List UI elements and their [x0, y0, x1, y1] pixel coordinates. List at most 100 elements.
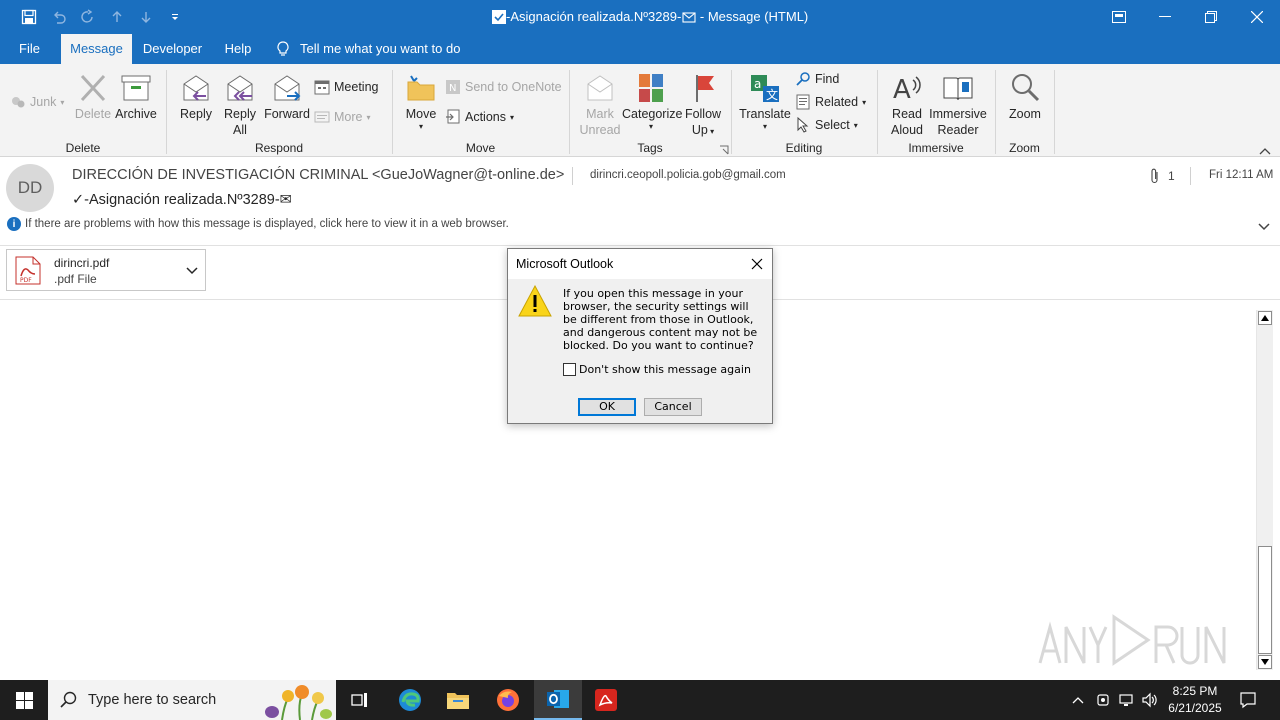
meeting-button[interactable]: Meeting: [314, 79, 378, 95]
scroll-thumb[interactable]: [1258, 546, 1272, 654]
attachment-dropdown-icon[interactable]: [186, 264, 198, 276]
notification-center-button[interactable]: [1236, 680, 1260, 720]
tray-volume[interactable]: [1140, 680, 1160, 720]
ribbon-display-options-icon[interactable]: [1096, 0, 1142, 34]
security-warning-dialog: Microsoft Outlook If you open this messa…: [507, 248, 773, 424]
checkbox-box[interactable]: [563, 363, 576, 376]
tab-message[interactable]: Message: [61, 34, 132, 64]
zoom-magnifier-icon: [1009, 72, 1041, 104]
collapse-ribbon-icon[interactable]: [1259, 144, 1271, 155]
tab-developer[interactable]: Developer: [138, 34, 207, 64]
find-button[interactable]: Find: [795, 71, 839, 87]
move-button[interactable]: Move ▾: [400, 72, 442, 132]
save-icon[interactable]: [14, 0, 43, 34]
info-bar[interactable]: i If there are problems with how this me…: [7, 217, 509, 231]
translate-button[interactable]: a文 Translate ▾: [739, 72, 791, 132]
tell-me-search[interactable]: Tell me what you want to do: [276, 34, 466, 64]
dialog-title-bar[interactable]: Microsoft Outlook: [508, 249, 772, 279]
restore-button[interactable]: [1188, 0, 1234, 34]
show-hidden-icons-button[interactable]: [1068, 680, 1088, 720]
network-icon: [1118, 692, 1134, 708]
taskbar-firefox[interactable]: [484, 680, 532, 720]
avatar[interactable]: DD: [6, 164, 54, 212]
close-button[interactable]: [1234, 0, 1280, 34]
checkmark-box-icon: [492, 10, 506, 27]
tab-help[interactable]: Help: [216, 34, 260, 64]
taskbar-outlook[interactable]: [534, 680, 582, 720]
redo-icon[interactable]: [73, 0, 102, 34]
taskbar-clock[interactable]: 8:25 PM 6/21/2025: [1163, 683, 1227, 717]
mark-unread-button[interactable]: Mark Unread: [578, 72, 622, 138]
minimize-button[interactable]: [1142, 0, 1188, 34]
ok-button[interactable]: OK: [578, 398, 636, 416]
customize-toolbar-icon[interactable]: [160, 0, 189, 34]
related-button[interactable]: Related ▾: [795, 94, 866, 110]
read-aloud-label-2: Aloud: [891, 123, 923, 137]
follow-up-label-1: Follow: [684, 107, 722, 121]
archive-icon: [120, 72, 152, 104]
zoom-group-label: Zoom: [1009, 141, 1040, 155]
onenote-icon: N: [445, 79, 461, 95]
actions-button[interactable]: Actions ▾: [445, 109, 514, 125]
expand-header-icon[interactable]: [1257, 221, 1273, 237]
device-icon: [1095, 692, 1111, 708]
clock-date: 6/21/2025: [1168, 701, 1222, 715]
reply-label: Reply: [180, 107, 212, 121]
related-label: Related: [815, 95, 859, 109]
task-view-button[interactable]: [336, 680, 384, 720]
more-respond-button[interactable]: More ▾: [314, 109, 371, 125]
taskbar-search-box[interactable]: Type here to search: [48, 680, 336, 720]
undo-icon[interactable]: [44, 0, 73, 34]
move-group-label: Move: [465, 141, 496, 155]
reply-all-button[interactable]: Reply All: [220, 72, 260, 138]
dialog-close-button[interactable]: [748, 255, 766, 273]
select-button[interactable]: Select ▾: [795, 116, 858, 133]
reply-button[interactable]: Reply: [176, 72, 216, 122]
delete-x-icon: [77, 72, 109, 104]
follow-up-button[interactable]: Follow Up ▾: [682, 72, 724, 140]
taskbar-file-explorer[interactable]: [434, 680, 482, 720]
delete-button[interactable]: Delete: [72, 72, 114, 122]
taskbar-edge[interactable]: [386, 680, 434, 720]
attachment-count: 1: [1150, 168, 1175, 184]
send-to-onenote-button[interactable]: N Send to OneNote: [445, 79, 562, 95]
warning-icon: [518, 284, 552, 317]
attachment-card[interactable]: PDF dirincri.pdf .pdf File: [6, 249, 206, 291]
pdf-file-icon: PDF: [15, 256, 41, 285]
scroll-up-icon[interactable]: [1258, 311, 1272, 325]
vertical-scrollbar[interactable]: [1256, 310, 1273, 670]
taskbar-acrobat[interactable]: [582, 680, 630, 720]
select-cursor-icon: [795, 116, 811, 133]
info-icon: i: [7, 217, 21, 231]
tell-me-text: Tell me what you want to do: [300, 41, 461, 56]
cancel-button[interactable]: Cancel: [644, 398, 702, 416]
anyrun-watermark-logo: [1036, 605, 1236, 675]
tags-dialog-launcher-icon[interactable]: [719, 144, 729, 155]
tray-network[interactable]: [1116, 680, 1136, 720]
archive-button[interactable]: Archive: [114, 72, 158, 122]
forward-button[interactable]: Forward: [263, 72, 311, 122]
follow-up-label-2: Up: [691, 123, 708, 137]
tab-file[interactable]: File: [8, 34, 51, 64]
mark-unread-label-1: Mark: [586, 107, 614, 121]
categorize-label: Categorize: [622, 107, 683, 121]
immersive-reader-icon: [942, 72, 974, 104]
categorize-button[interactable]: Categorize ▾: [622, 72, 683, 132]
start-button[interactable]: [0, 680, 48, 720]
immersive-group-label: Immersive: [908, 141, 964, 155]
message-subject: ✓-Asignación realizada.Nº3289-✉: [72, 192, 292, 208]
tray-meet-now[interactable]: [1093, 680, 1113, 720]
firefox-icon: [496, 688, 520, 712]
previous-item-icon[interactable]: [102, 0, 131, 34]
sender-address[interactable]: DIRECCIÓN DE INVESTIGACIÓN CRIMINAL <Gue…: [72, 167, 564, 183]
dialog-title: Microsoft Outlook: [516, 257, 614, 271]
junk-button[interactable]: Junk ▾: [10, 94, 64, 110]
dont-show-again-checkbox[interactable]: Don't show this message again: [563, 363, 751, 376]
zoom-button[interactable]: Zoom: [1004, 72, 1046, 122]
recipient-address[interactable]: dirincri.ceopoll.policia.gob@gmail.com: [590, 169, 786, 181]
scroll-down-icon[interactable]: [1258, 655, 1272, 669]
next-item-icon[interactable]: [131, 0, 160, 34]
immersive-reader-button[interactable]: Immersive Reader: [928, 72, 988, 138]
read-aloud-button[interactable]: A Read Aloud: [886, 72, 928, 138]
paperclip-icon: [1150, 168, 1160, 184]
